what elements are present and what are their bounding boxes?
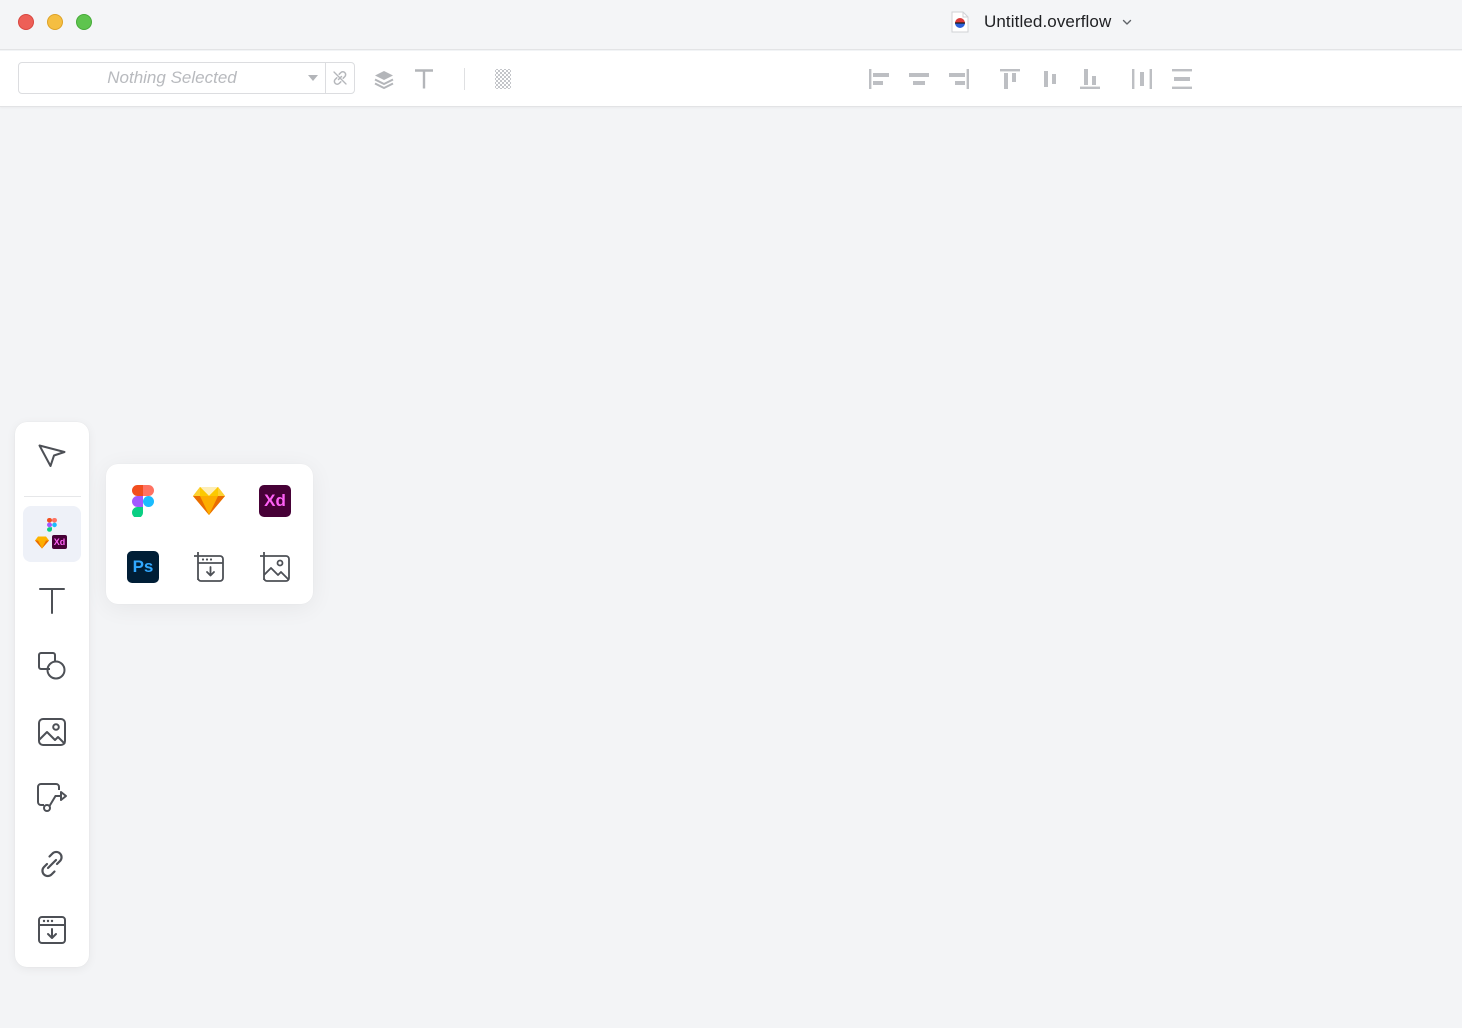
connector-tool-button[interactable] [23, 770, 81, 826]
layers-icon[interactable] [370, 65, 398, 93]
align-right-icon[interactable] [945, 65, 973, 93]
select-tool-button[interactable] [23, 430, 81, 486]
adobe-xd-icon: Xd [259, 485, 291, 517]
sketch-icon [193, 487, 225, 515]
figma-icon [132, 485, 154, 517]
align-left-icon[interactable] [865, 65, 893, 93]
close-window-button[interactable] [18, 14, 34, 30]
selector-divider [325, 63, 326, 93]
text-icon [39, 588, 65, 614]
align-bottom-icon[interactable] [1076, 65, 1104, 93]
image-icon [38, 718, 66, 746]
toolbar: Nothing Selected [0, 51, 1462, 107]
import-screens-icon [194, 552, 224, 582]
link-icon [41, 850, 63, 878]
chevron-down-icon [1123, 19, 1132, 25]
align-top-icon[interactable] [996, 65, 1024, 93]
embed-tool-button[interactable] [23, 902, 81, 958]
tool-sidebar: Xd [15, 422, 89, 967]
import-photoshop-button[interactable]: Ps [121, 545, 165, 589]
document-title: Untitled.overflow [984, 12, 1112, 31]
import-screens-button[interactable] [187, 545, 231, 589]
import-images-icon [260, 552, 290, 582]
maximize-window-button[interactable] [76, 14, 92, 30]
import-popover: Xd Ps [106, 464, 313, 604]
shapes-icon [38, 652, 66, 680]
pointer-icon [38, 444, 66, 467]
sidebar-divider [24, 496, 81, 497]
distribute-vertical-icon[interactable] [1168, 65, 1196, 93]
element-selector-dropdown[interactable]: Nothing Selected [18, 62, 355, 94]
import-figma-button[interactable] [121, 479, 165, 523]
opacity-icon[interactable] [489, 65, 517, 93]
caret-down-icon [308, 75, 318, 81]
document-title-menu[interactable]: Untitled.overflow [950, 10, 1133, 34]
connector-icon [37, 783, 67, 812]
unlink-icon[interactable] [331, 69, 349, 87]
image-tool-button[interactable] [23, 704, 81, 760]
minimize-window-button[interactable] [47, 14, 63, 30]
import-images-button[interactable] [253, 545, 297, 589]
toolbar-separator [464, 68, 465, 90]
link-tool-button[interactable] [23, 836, 81, 892]
import-screen-icon [38, 916, 66, 944]
figma-icon [47, 518, 57, 532]
align-vertical-center-icon[interactable] [1036, 65, 1064, 93]
text-style-icon[interactable] [410, 65, 438, 93]
import-adobe-xd-button[interactable]: Xd [253, 479, 297, 523]
distribute-horizontal-icon[interactable] [1128, 65, 1156, 93]
import-design-tool-button[interactable]: Xd [23, 506, 81, 562]
text-tool-button[interactable] [23, 572, 81, 628]
align-horizontal-center-icon[interactable] [905, 65, 933, 93]
shape-tool-button[interactable] [23, 638, 81, 694]
selector-placeholder: Nothing Selected [107, 68, 237, 87]
adobe-xd-mini-icon: Xd [52, 535, 67, 549]
document-icon [950, 11, 970, 33]
import-sketch-button[interactable] [187, 479, 231, 523]
sketch-icon [35, 536, 49, 549]
import-design-icon: Xd [35, 514, 69, 554]
title-bar: Untitled.overflow [0, 0, 1462, 50]
photoshop-icon: Ps [127, 551, 159, 583]
